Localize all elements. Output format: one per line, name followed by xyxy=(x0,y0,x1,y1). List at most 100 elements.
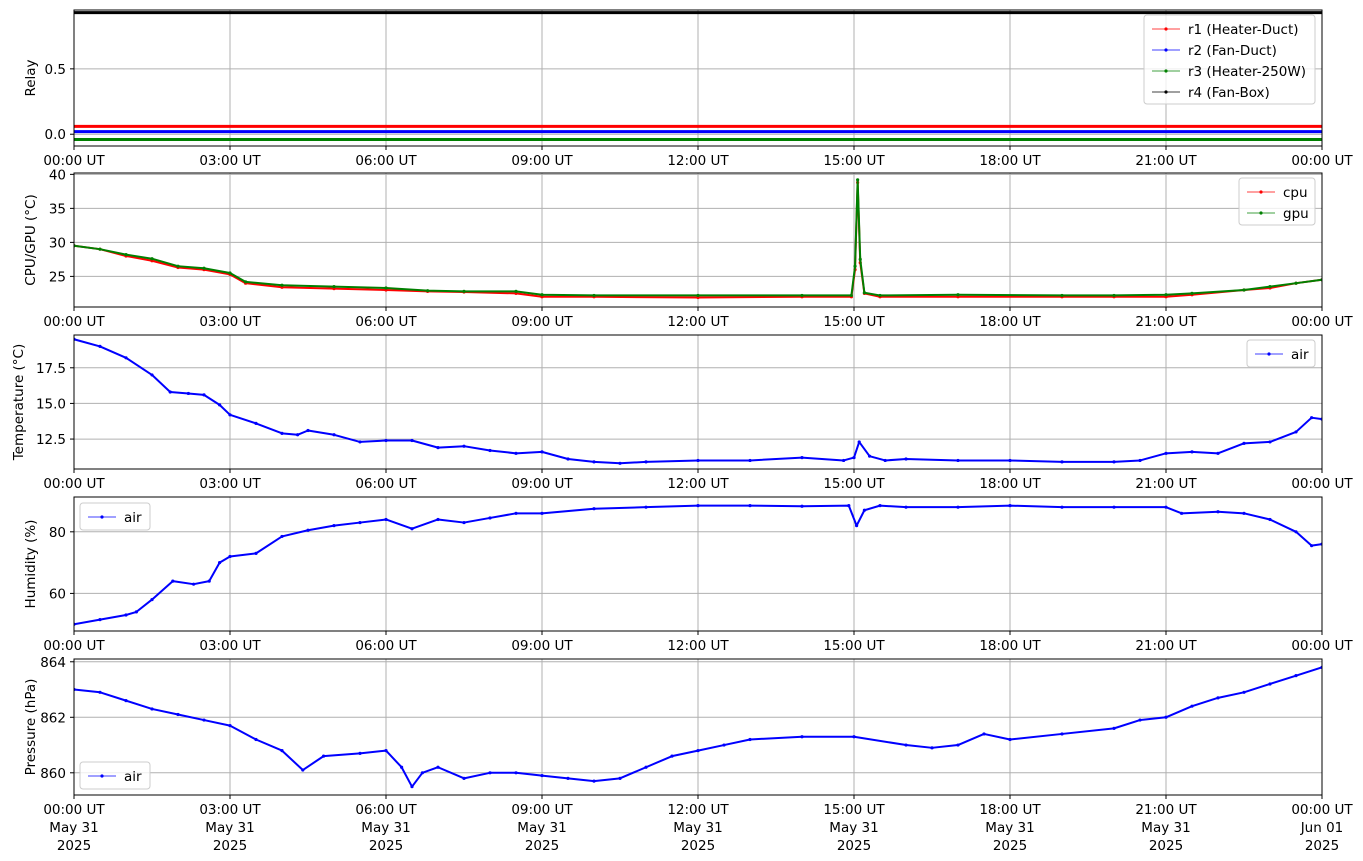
data-point xyxy=(322,754,326,758)
panel-pressure: 00:00 UT May 31 2025 03:00 UT May 31 2025 06:0… xyxy=(23,655,1353,854)
x-tick-label: 18:00 UT xyxy=(979,314,1041,330)
data-point xyxy=(1268,440,1272,444)
data-point xyxy=(280,283,284,287)
legend-label: r4 (Fan-Box) xyxy=(1188,85,1270,101)
data-point xyxy=(306,428,310,433)
data-point xyxy=(426,289,430,293)
y-axis-label: Relay xyxy=(23,59,39,96)
legend-marker xyxy=(1259,190,1263,194)
legend-marker xyxy=(1164,48,1168,52)
data-point xyxy=(150,707,154,711)
data-point xyxy=(280,431,284,435)
data-point xyxy=(722,743,726,747)
data-point xyxy=(540,450,544,454)
data-point xyxy=(566,776,570,780)
y-tick-label: 15.0 xyxy=(36,396,66,412)
x-tick-label: 15:00 UT xyxy=(823,476,885,492)
data-point xyxy=(332,433,336,437)
data-point xyxy=(852,735,856,739)
data-point xyxy=(306,528,310,532)
y-tick-label: 864 xyxy=(40,655,66,671)
data-point xyxy=(1112,505,1116,509)
x-tick-label: 00:00 UT xyxy=(1291,638,1353,654)
data-point xyxy=(1268,517,1272,522)
x-tick-year-label: 2025 xyxy=(681,838,715,854)
data-point xyxy=(856,178,860,182)
x-tick-label: 15:00 UT xyxy=(823,638,885,654)
data-point xyxy=(644,765,648,769)
y-tick-label: 17.5 xyxy=(36,361,66,377)
x-tick-label: 06:00 UT xyxy=(355,638,417,654)
data-point xyxy=(748,458,752,463)
data-point xyxy=(800,504,804,508)
data-point xyxy=(462,776,466,780)
data-point xyxy=(384,286,388,290)
legend: r1 (Heater-Duct) r2 (Fan-Duct) r3 (Heater-… xyxy=(1143,14,1316,105)
data-point xyxy=(904,743,908,747)
data-point xyxy=(280,748,284,753)
data-point xyxy=(1310,544,1314,548)
data-point xyxy=(868,454,872,458)
data-point xyxy=(254,737,258,742)
data-point xyxy=(1164,293,1168,297)
data-point xyxy=(1112,726,1116,730)
data-point xyxy=(384,438,388,443)
data-point xyxy=(202,266,206,270)
data-point xyxy=(956,505,960,509)
data-point xyxy=(410,785,414,789)
x-tick-label: 09:00 UT xyxy=(511,476,573,492)
data-point xyxy=(1138,458,1142,463)
data-point xyxy=(1294,430,1298,434)
panel-humidity: 00:00 UT 03:00 UT 06:00 UT 09:00 UT 12:00 UT… xyxy=(23,496,1353,654)
data-point xyxy=(420,771,424,775)
data-point xyxy=(566,457,570,461)
x-tick-year-label: 2025 xyxy=(837,838,871,854)
data-point xyxy=(670,754,674,758)
data-point xyxy=(228,724,232,728)
legend-marker xyxy=(1164,27,1168,31)
data-point xyxy=(124,613,128,617)
x-tick-label: 00:00 UT xyxy=(43,314,105,330)
data-point xyxy=(1008,458,1012,463)
data-point xyxy=(748,737,752,742)
data-point xyxy=(218,403,222,407)
data-point xyxy=(1164,451,1168,455)
x-tick-label: 12:00 UT xyxy=(667,153,729,169)
data-point xyxy=(98,618,102,622)
data-point xyxy=(1164,505,1168,509)
x-tick-label: 06:00 UT xyxy=(355,802,417,818)
data-point xyxy=(1138,718,1142,722)
data-point xyxy=(592,779,596,783)
data-point xyxy=(1216,510,1220,514)
x-tick-date-label: May 31 xyxy=(49,820,98,836)
data-point xyxy=(280,534,284,539)
data-point xyxy=(982,732,986,736)
x-tick-year-label: 2025 xyxy=(213,838,247,854)
y-tick-label: 80 xyxy=(49,525,66,541)
x-tick-label: 21:00 UT xyxy=(1135,638,1197,654)
data-point xyxy=(488,448,492,453)
legend: air xyxy=(79,502,151,531)
x-tick-date-label: May 31 xyxy=(985,820,1034,836)
x-tick-year-label: 2025 xyxy=(57,838,91,854)
data-point xyxy=(1060,505,1064,509)
x-tick-label: 18:00 UT xyxy=(979,802,1041,818)
legend: cpu gpu xyxy=(1238,177,1316,226)
x-tick-label: 09:00 UT xyxy=(511,314,573,330)
data-point xyxy=(956,743,960,747)
data-point xyxy=(488,516,492,520)
data-point xyxy=(436,446,440,450)
x-tick-date-label: May 31 xyxy=(673,820,722,836)
x-tick-label: 15:00 UT xyxy=(823,314,885,330)
data-point xyxy=(800,735,804,739)
data-point xyxy=(1112,460,1116,464)
x-tick-year-label: 2025 xyxy=(1149,838,1183,854)
data-point xyxy=(540,511,544,515)
data-point xyxy=(1190,291,1194,295)
legend-marker xyxy=(1164,69,1168,73)
data-point xyxy=(150,373,154,377)
data-point xyxy=(462,444,466,448)
data-point xyxy=(462,520,466,525)
x-tick-label: 00:00 UT xyxy=(43,638,105,654)
data-point xyxy=(748,504,752,508)
